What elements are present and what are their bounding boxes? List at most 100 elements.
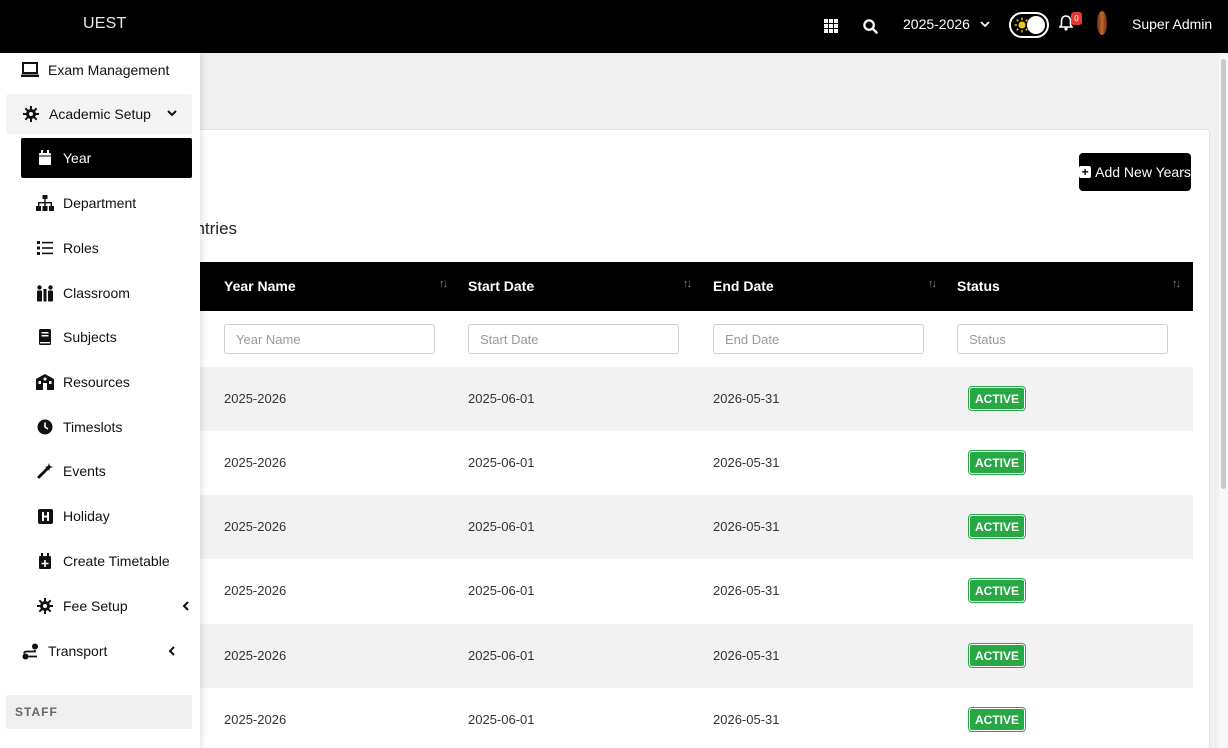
notification-badge: 0 [1071,12,1082,25]
search-icon[interactable] [858,14,882,38]
theme-toggle[interactable] [1009,12,1049,38]
toggle-knob [1027,16,1045,34]
sidebar-item-label: Holiday [63,508,110,524]
cell-year-name: 2025-2026 [224,519,287,534]
status-badge: ACTIVE [969,451,1026,474]
cell-start-date: 2025-06-01 [468,455,535,470]
sidebar-item-events[interactable]: Events [36,451,192,491]
sort-icon[interactable]: ↑↓ [439,278,448,290]
status-badge: ACTIVE [969,387,1026,410]
add-new-years-label: Add New Years [1095,164,1191,180]
avatar[interactable] [1097,11,1107,35]
cell-end-date: 2026-05-31 [713,455,780,470]
calendar-plus-icon [36,552,54,570]
sidebar-item-roles[interactable]: Roles [36,228,192,268]
h-square-icon [36,507,54,525]
cell-start-date: 2025-06-01 [468,391,535,406]
sort-icon[interactable]: ↑↓ [683,278,692,290]
filter-row [186,311,1193,367]
table-row[interactable]: 2025-2026 2025-06-01 2026-05-31 ACTIVE [186,367,1193,431]
sidebar-item-holiday[interactable]: Holiday [36,496,192,536]
status-badge: ACTIVE [969,579,1026,602]
page-scrollbar[interactable] [1219,53,1228,748]
status-badge: ACTIVE [969,644,1026,667]
gear-icon [22,105,40,123]
cell-end-date: 2026-05-31 [713,519,780,534]
sidebar-item-label: Exam Management [48,62,170,78]
clock-icon [36,418,54,436]
table-row[interactable]: 2025-2026 2025-06-01 2026-05-31 ACTIVE [186,559,1193,623]
book-icon [36,328,54,346]
calendar-icon [36,149,54,167]
sort-icon[interactable]: ↑↓ [1172,278,1181,290]
table-row[interactable]: 2025-2026 2025-06-01 2026-05-31 ACTIVE [186,431,1193,495]
academic-year-select[interactable]: 2025-2026 [903,16,990,32]
sidebar-item-label: Academic Setup [49,106,151,122]
sidebar: Exam Management Academic Setup Year Depa… [0,53,200,748]
cell-end-date: 2026-05-31 [713,712,780,727]
cell-start-date: 2025-06-01 [468,648,535,663]
sidebar-item-transport[interactable]: Transport [21,631,192,671]
chevron-down-icon [167,110,177,117]
scrollbar-thumb[interactable] [1221,59,1226,489]
sidebar-item-classroom[interactable]: Classroom [36,273,192,313]
sidebar-item-label: Create Timetable [63,553,170,569]
add-new-years-button[interactable]: + Add New Years [1079,153,1191,191]
status-badge: ACTIVE [969,708,1026,731]
user-name[interactable]: Super Admin [1132,16,1212,32]
sidebar-item-label: Year [63,150,92,166]
column-header-year-name[interactable]: Year Name [224,278,296,294]
people-icon [36,284,54,302]
brand-logo[interactable]: UEST [83,15,126,33]
chevron-left-icon [182,601,189,611]
sitemap-icon [36,194,54,212]
gear-icon [36,597,54,615]
sidebar-item-academic-setup[interactable]: Academic Setup [6,94,192,134]
chevron-down-icon [980,20,990,27]
cell-start-date: 2025-06-01 [468,519,535,534]
plus-square-icon: + [1079,166,1092,178]
sidebar-item-label: Roles [63,240,99,256]
status-badge: ACTIVE [969,515,1026,538]
column-header-start-date[interactable]: Start Date [468,278,534,294]
sidebar-item-label: Classroom [63,285,130,301]
sidebar-section-header: STAFF [6,695,192,729]
cell-start-date: 2025-06-01 [468,712,535,727]
status-filter-input[interactable] [957,324,1168,354]
sidebar-item-label: Transport [48,643,108,659]
column-header-end-date[interactable]: End Date [713,278,774,294]
table-header: Year Name ↑↓ Start Date ↑↓ End Date ↑↓ S… [186,262,1193,311]
table-row[interactable]: 2025-2026 2025-06-01 2026-05-31 ACTIVE [186,688,1193,748]
cell-end-date: 2026-05-31 [713,391,780,406]
sidebar-item-timeslots[interactable]: Timeslots [36,407,192,447]
cell-year-name: 2025-2026 [224,648,287,663]
sidebar-item-fee-setup[interactable]: Fee Setup [36,586,192,626]
table-row[interactable]: 2025-2026 2025-06-01 2026-05-31 ACTIVE [186,624,1193,688]
cell-start-date: 2025-06-01 [468,583,535,598]
top-navbar: UEST 2025-2026 0 Super Admin [0,0,1228,53]
building-icon [36,373,54,391]
sidebar-item-year[interactable]: Year [21,138,192,178]
sidebar-item-resources[interactable]: Resources [36,362,192,402]
cell-year-name: 2025-2026 [224,455,287,470]
sidebar-item-subjects[interactable]: Subjects [36,317,192,357]
sidebar-item-create-timetable[interactable]: Create Timetable [36,541,192,581]
column-header-status[interactable]: Status [957,278,1000,294]
end-date-filter-input[interactable] [713,324,924,354]
sidebar-item-label: Events [63,463,106,479]
sidebar-item-label: Timeslots [63,419,123,435]
year-name-filter-input[interactable] [224,324,435,354]
start-date-filter-input[interactable] [468,324,679,354]
sidebar-item-label: Resources [63,374,130,390]
cell-year-name: 2025-2026 [224,583,287,598]
table-row[interactable]: 2025-2026 2025-06-01 2026-05-31 ACTIVE [186,495,1193,559]
sidebar-item-exam-management[interactable]: Exam Management [21,50,191,90]
sidebar-item-label: Subjects [63,329,117,345]
apps-grid-icon[interactable] [819,14,843,38]
list-check-icon [36,239,54,257]
magic-wand-icon [36,462,54,480]
laptop-icon [21,61,39,79]
cell-year-name: 2025-2026 [224,712,287,727]
sidebar-item-department[interactable]: Department [36,183,192,223]
sort-icon[interactable]: ↑↓ [928,278,937,290]
